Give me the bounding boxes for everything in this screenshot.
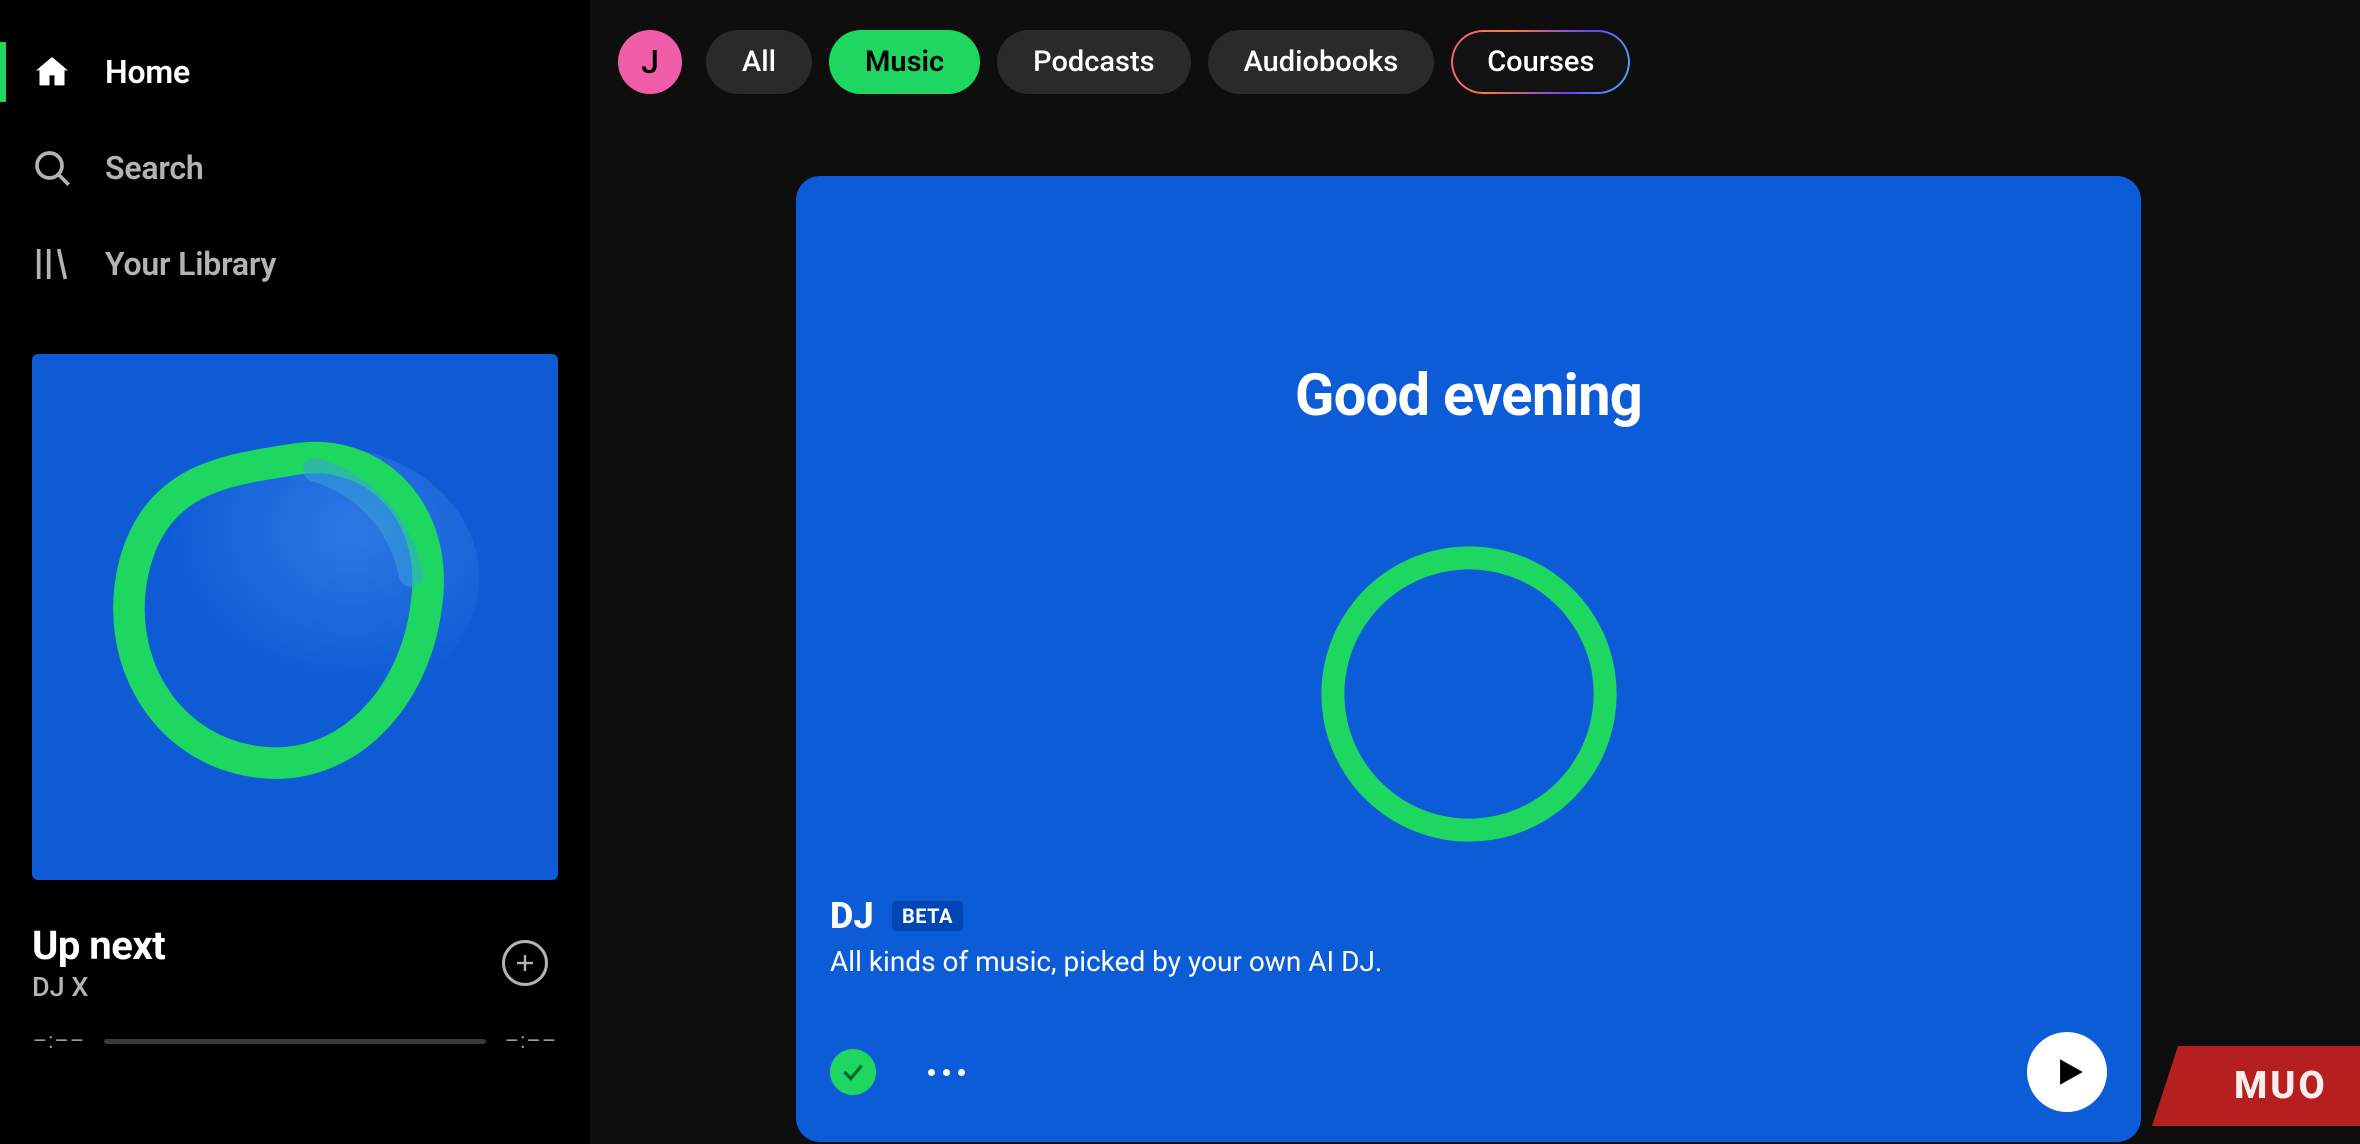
library-icon: [28, 240, 76, 288]
watermark-text: MUO: [2234, 1064, 2328, 1108]
plus-icon: [513, 951, 537, 975]
nav-item-library[interactable]: Your Library: [0, 216, 590, 312]
card-description: All kinds of music, picked by your own A…: [830, 945, 2107, 978]
chip-podcasts[interactable]: Podcasts: [997, 30, 1190, 94]
now-playing-art[interactable]: [32, 354, 558, 880]
chip-all[interactable]: All: [706, 30, 812, 94]
add-to-button[interactable]: [502, 940, 548, 986]
greeting-title: Good evening: [796, 362, 2141, 430]
chip-audiobooks[interactable]: Audiobooks: [1208, 30, 1435, 94]
play-icon: [2053, 1055, 2087, 1089]
nav-item-search[interactable]: Search: [0, 120, 590, 216]
chip-music[interactable]: Music: [829, 30, 980, 94]
chip-courses[interactable]: Courses: [1451, 30, 1630, 94]
play-button[interactable]: [2027, 1032, 2107, 1112]
nav-label-home: Home: [105, 53, 190, 91]
home-icon: [28, 48, 76, 96]
card-title: DJ: [830, 895, 874, 937]
beta-badge: BETA: [892, 901, 963, 931]
top-row: J All Music Podcasts Audiobooks Courses: [618, 30, 2310, 94]
card-footer: DJ BETA All kinds of music, picked by yo…: [830, 895, 2107, 1112]
now-playing-subtitle[interactable]: DJ X: [32, 971, 165, 1003]
watermark: MUO: [2152, 1046, 2360, 1126]
search-icon: [28, 144, 76, 192]
dj-visual: [796, 530, 2141, 858]
now-playing-title: Up next: [32, 922, 165, 969]
filter-chips: All Music Podcasts Audiobooks Courses: [706, 30, 1630, 94]
avatar-initial: J: [641, 43, 659, 81]
main-content: J All Music Podcasts Audiobooks Courses …: [590, 0, 2360, 1144]
check-icon: [840, 1059, 866, 1085]
dot-icon: [958, 1069, 965, 1076]
dot-icon: [943, 1069, 950, 1076]
sidebar: Home Search Your Library: [0, 0, 590, 1144]
dj-ring-icon: [1305, 530, 1633, 858]
nav-label-library: Your Library: [105, 245, 276, 283]
avatar[interactable]: J: [618, 30, 682, 94]
dot-icon: [928, 1069, 935, 1076]
nav-item-home[interactable]: Home: [0, 24, 590, 120]
progress-bar[interactable]: [104, 1039, 486, 1044]
more-options-button[interactable]: [928, 1069, 965, 1076]
dj-card[interactable]: Good evening DJ BETA All kinds of music,…: [796, 176, 2141, 1142]
now-playing-info: Up next DJ X: [0, 880, 590, 1003]
time-total: –:––: [504, 1029, 558, 1054]
time-elapsed: –:––: [32, 1029, 86, 1054]
nav-label-search: Search: [105, 149, 204, 187]
dj-blob-icon: [32, 354, 558, 880]
added-check-button[interactable]: [830, 1049, 876, 1095]
progress-row: –:–– –:––: [0, 1003, 590, 1054]
